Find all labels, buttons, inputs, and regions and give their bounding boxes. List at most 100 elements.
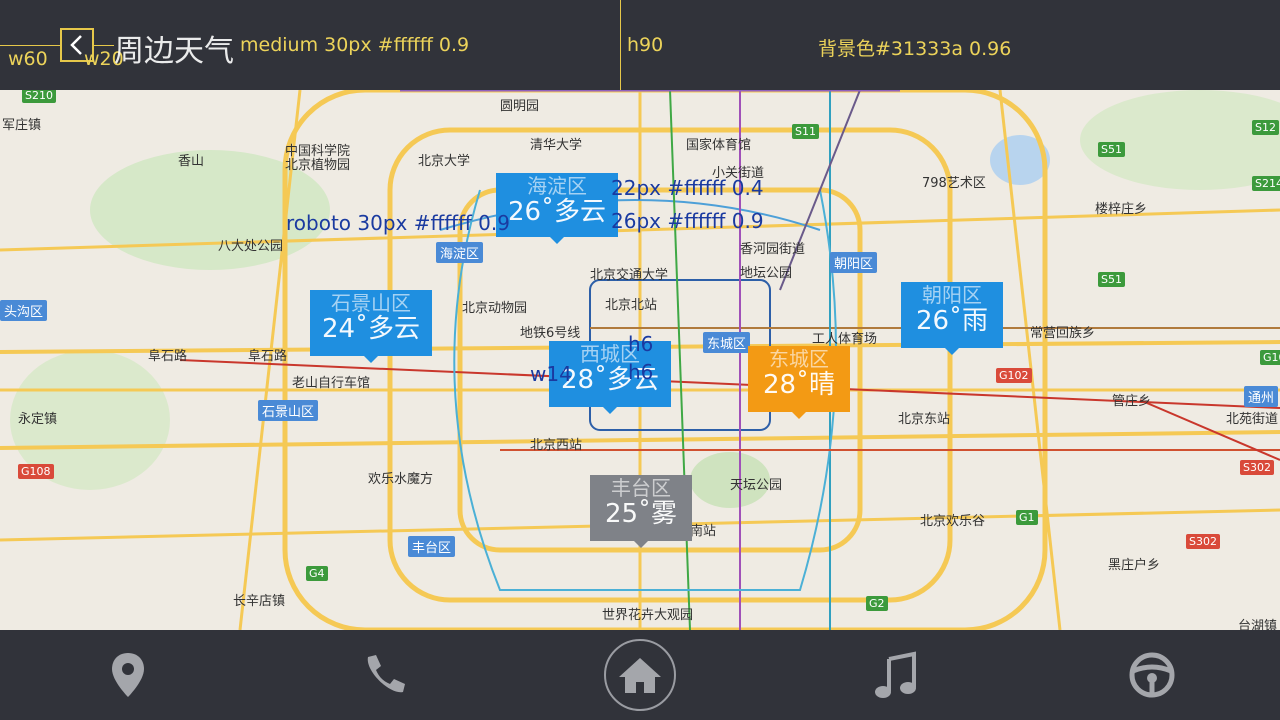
map-label: 北京欢乐谷 [920, 514, 986, 529]
nav-location[interactable] [0, 630, 256, 720]
district-badge: 朝阳区 [830, 252, 878, 273]
annotation-spec-26: 26px #ffffff 0.9 [611, 209, 764, 233]
weather-marker-dongcheng[interactable]: 东城区 28˚晴 [748, 346, 850, 419]
annotation-h6: h6 [628, 332, 654, 356]
highway-badge: G108 [18, 464, 54, 479]
annotation-w14: w14 [530, 362, 572, 386]
map-label: 欢乐水魔方 [368, 472, 434, 487]
nav-music[interactable] [768, 630, 1024, 720]
phone-icon [367, 655, 405, 693]
map-label: 天坛公园 [730, 478, 783, 493]
map-label: 清华大学 [530, 138, 583, 153]
highway-badge: S210 [22, 90, 56, 103]
highway-badge: S12 [1252, 120, 1279, 135]
annotation-font-spec: medium 30px #ffffff 0.9 [240, 34, 470, 56]
district-badge: 东城区 [703, 332, 751, 353]
home-button[interactable] [604, 639, 676, 711]
highway-badge: S51 [1098, 142, 1125, 157]
map-label: 国家体育馆 [686, 138, 752, 153]
marker-pointer [364, 356, 378, 363]
weather-marker-shijingshan[interactable]: 石景山区 24˚多云 [310, 290, 432, 363]
marker-pointer [603, 407, 617, 414]
measure-line-left [0, 45, 60, 46]
map-label: 北京交通大学 [590, 268, 669, 283]
steering-wheel-icon [1129, 652, 1175, 698]
highway-badge: S214 [1252, 176, 1280, 191]
highway-badge: S302 [1240, 460, 1274, 475]
map-label: 黑庄户乡 [1108, 558, 1161, 573]
annotation-bg-spec: 背景色#31333a 0.96 [818, 38, 1012, 60]
map-label: 老山自行车馆 [292, 376, 371, 391]
map-label: 798艺术区 [922, 176, 986, 191]
music-icon [875, 651, 916, 698]
bottom-nav [0, 630, 1280, 720]
map-label: 北苑街道 [1226, 412, 1279, 427]
map-label: 地坛公园 [740, 266, 793, 281]
highway-badge: G102 [996, 368, 1032, 383]
measure-line-height [620, 0, 621, 90]
district-name: 朝阳区 [922, 283, 982, 307]
temperature-weather: 26˚多云 [507, 197, 607, 227]
map-label: 常营回族乡 [1030, 326, 1096, 341]
district-name: 东城区 [769, 347, 829, 371]
map-label: 阜石路 [248, 349, 288, 364]
header-bar: w60 w20 周边天气 medium 30px #ffffff 0.9 h90… [0, 0, 1280, 90]
district-name: 海淀区 [527, 174, 587, 198]
map-label: 北京西站 [530, 438, 583, 453]
district-name: 丰台区 [611, 476, 671, 500]
home-icon [619, 658, 661, 693]
district-badge: 通州 [1244, 386, 1279, 407]
weather-marker-fengtai[interactable]: 丰台区 25˚雾 [590, 475, 692, 548]
map-label: 台湖镇 [1238, 619, 1278, 630]
annotation-h6: h6 [628, 360, 654, 384]
map-label: 北京大学 [418, 154, 471, 169]
nav-home[interactable] [512, 630, 768, 720]
district-badge: 海淀区 [436, 242, 484, 263]
map-label: 楼梓庄乡 [1095, 202, 1148, 217]
temperature-weather: 24˚多云 [321, 314, 421, 344]
nav-driving[interactable] [1024, 630, 1280, 720]
page-title: 周边天气 [114, 34, 234, 69]
district-badge: 石景山区 [258, 400, 319, 421]
marker-pointer [550, 237, 564, 244]
weather-marker-chaoyang[interactable]: 朝阳区 26˚雨 [901, 282, 1003, 355]
highway-badge: S11 [792, 124, 819, 139]
map-label: 香山 [178, 154, 205, 169]
map-label: 圆明园 [500, 99, 540, 114]
map-label: 世界花卉大观园 [602, 608, 694, 623]
map-label: 地铁6号线 [520, 326, 581, 341]
temperature-weather: 25˚雾 [604, 499, 678, 529]
highway-badge: G4 [306, 566, 328, 581]
map-view[interactable]: 军庄镇 香山 中国科学院 北京植物园 八大处公园 圆明园 清华大学 北京大学 国… [0, 90, 1280, 630]
map-label: 长辛店镇 [233, 594, 286, 609]
map-label: 永定镇 [18, 412, 58, 427]
map-label: 北京东站 [898, 412, 951, 427]
marker-pointer [792, 412, 806, 419]
map-label: 八大处公园 [218, 239, 284, 254]
map-label: 军庄镇 [2, 118, 42, 133]
annotation-w60: w60 [8, 48, 48, 70]
district-badge: 头沟区 [0, 300, 48, 321]
measure-line-mid [94, 45, 114, 46]
weather-marker-haidian[interactable]: 海淀区 26˚多云 [496, 173, 618, 244]
location-icon [112, 653, 144, 697]
temperature-weather: 26˚雨 [915, 306, 989, 336]
map-label: 北京动物园 [462, 301, 528, 316]
annotation-h90: h90 [627, 34, 664, 56]
marker-pointer [945, 348, 959, 355]
marker-pointer [634, 541, 648, 548]
map-label: 管庄乡 [1112, 394, 1152, 409]
map-label: 阜石路 [148, 349, 188, 364]
annotation-spec-roboto: roboto 30px #ffffff 0.9 [286, 211, 510, 235]
highway-badge: G1 [1016, 510, 1038, 525]
map-label: 北京北站 [605, 298, 658, 313]
highway-badge: S302 [1186, 534, 1220, 549]
map-label: 香河园街道 [740, 242, 806, 257]
temperature-weather: 28˚晴 [762, 370, 836, 400]
annotation-spec-22: 22px #ffffff 0.4 [611, 176, 764, 200]
district-badge: 丰台区 [408, 536, 456, 557]
nav-phone[interactable] [256, 630, 512, 720]
map-label: 工人体育场 [812, 332, 878, 347]
map-label: 北京植物园 [285, 158, 351, 173]
district-name: 石景山区 [331, 291, 411, 315]
